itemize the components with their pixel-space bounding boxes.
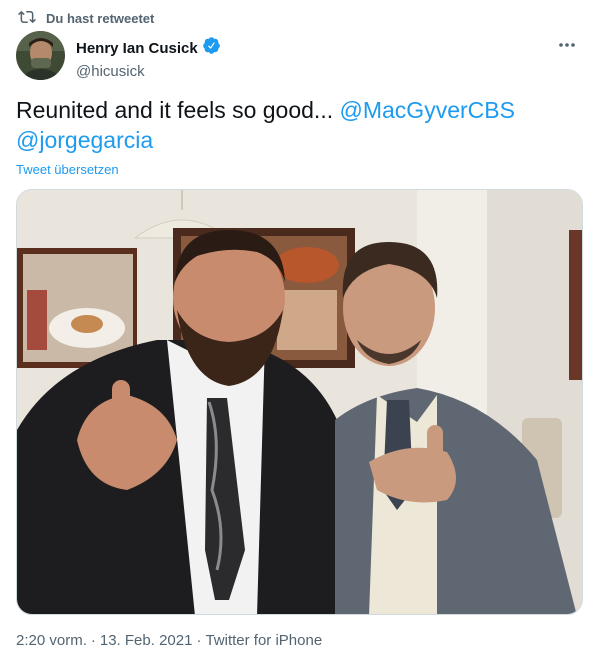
- translate-tweet-link[interactable]: Tweet übersetzen: [16, 162, 119, 177]
- more-options-icon[interactable]: [553, 34, 581, 56]
- mention-link[interactable]: @MacGyverCBS: [340, 97, 515, 123]
- user-info: Henry Ian Cusick @hicusick: [76, 36, 221, 80]
- separator: ·: [90, 632, 96, 649]
- mention-link[interactable]: @jorgegarcia: [16, 127, 153, 153]
- retweet-indicator: Du hast retweetet: [16, 8, 154, 28]
- tweet-photo[interactable]: [16, 189, 583, 615]
- retweet-icon: [18, 8, 36, 29]
- retweet-label: Du hast retweetet: [46, 10, 155, 26]
- tweet: Du hast retweetet Henry Ian Cusick @hicu…: [0, 0, 597, 662]
- tweet-date[interactable]: 13. Feb. 2021: [100, 632, 193, 649]
- separator: ·: [196, 632, 202, 649]
- user-handle[interactable]: @hicusick: [76, 63, 221, 80]
- tweet-text: Reunited and it feels so good... @MacGyv…: [16, 95, 576, 155]
- tweet-metadata: 2:20 vorm. · 13. Feb. 2021 · Twitter for…: [16, 632, 322, 649]
- display-name[interactable]: Henry Ian Cusick: [76, 40, 198, 57]
- avatar[interactable]: [16, 31, 65, 80]
- verified-badge-icon: [202, 36, 221, 60]
- tweet-time[interactable]: 2:20 vorm.: [16, 632, 87, 649]
- tweet-body: Reunited and it feels so good...: [16, 97, 340, 123]
- tweet-source[interactable]: Twitter for iPhone: [205, 632, 322, 649]
